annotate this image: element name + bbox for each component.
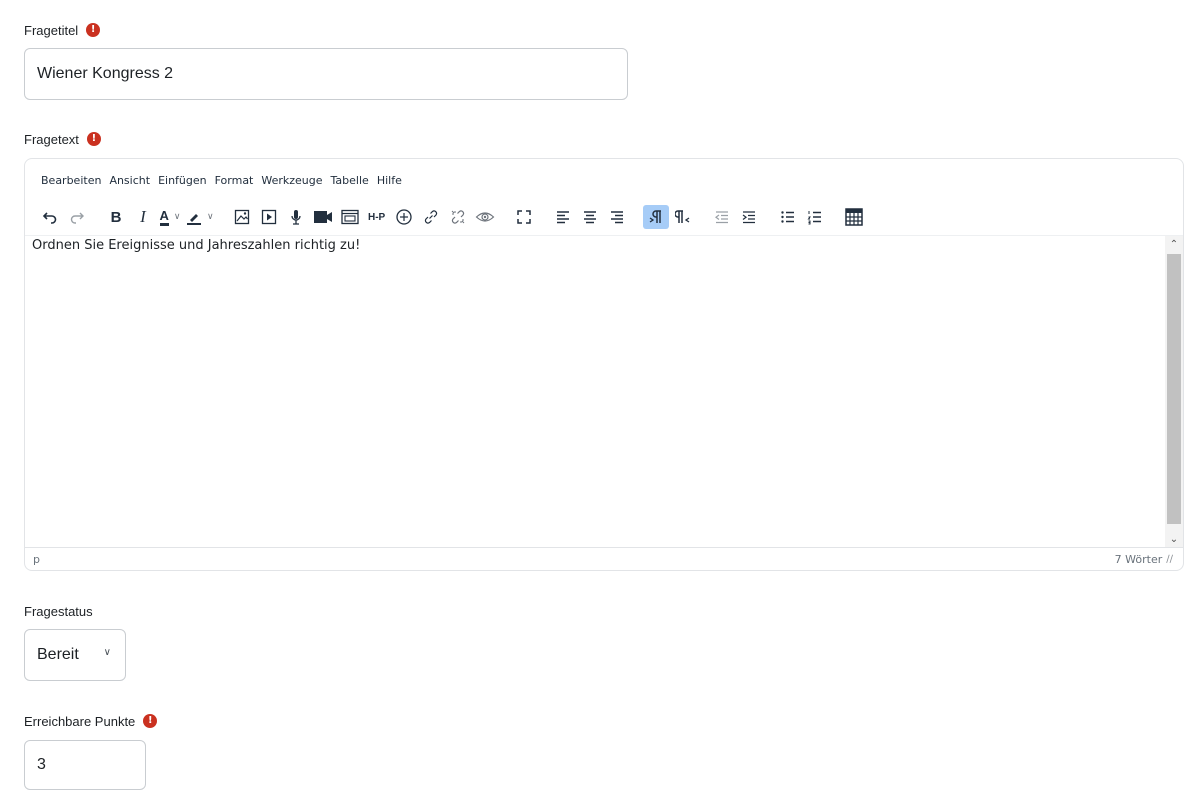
title-label-row: Fragetitel ! xyxy=(24,20,101,40)
points-label-row: Erreichbare Punkte ! xyxy=(24,711,158,731)
undo-icon[interactable] xyxy=(37,205,63,229)
unlink-icon[interactable] xyxy=(445,205,471,229)
chevron-down-icon: ∨ xyxy=(207,212,214,222)
status-label: Fragestatus xyxy=(24,603,93,619)
points-input[interactable] xyxy=(24,740,146,790)
embed-icon[interactable] xyxy=(337,205,363,229)
image-icon[interactable] xyxy=(229,205,255,229)
link-icon[interactable] xyxy=(418,205,444,229)
status-label-row: Fragestatus xyxy=(24,601,93,621)
editor-toolbar: B I A ∨ ∨ H-P xyxy=(25,201,1183,233)
menu-edit[interactable]: Bearbeiten xyxy=(37,170,105,190)
menu-format[interactable]: Format xyxy=(211,170,258,190)
title-label: Fragetitel xyxy=(24,22,79,38)
title-input[interactable] xyxy=(24,48,628,100)
scroll-thumb[interactable] xyxy=(1167,254,1181,524)
required-icon[interactable]: ! xyxy=(86,23,101,37)
align-left-icon[interactable] xyxy=(550,205,576,229)
editor-statusbar: p 7 Wörter ∕∕ xyxy=(25,548,1183,570)
status-selected-value: Bereit xyxy=(37,646,79,663)
text-label: Fragetext xyxy=(24,131,79,147)
rich-text-editor: Bearbeiten Ansicht Einfügen Format Werkz… xyxy=(24,158,1184,571)
rtl-icon[interactable] xyxy=(670,205,696,229)
required-icon[interactable]: ! xyxy=(143,714,158,728)
scroll-down-icon[interactable]: ⌄ xyxy=(1165,531,1183,547)
menu-help[interactable]: Hilfe xyxy=(373,170,406,190)
align-right-icon[interactable] xyxy=(604,205,630,229)
ltr-icon[interactable] xyxy=(642,205,669,229)
menu-table[interactable]: Tabelle xyxy=(327,170,373,190)
indent-icon[interactable] xyxy=(736,205,762,229)
menu-tools[interactable]: Werkzeuge xyxy=(257,170,326,190)
italic-icon[interactable]: I xyxy=(130,205,156,229)
record-video-icon[interactable] xyxy=(310,205,336,229)
preview-icon[interactable] xyxy=(472,205,498,229)
outdent-icon[interactable] xyxy=(709,205,735,229)
calculator-icon[interactable] xyxy=(841,205,867,229)
editor-menubar: Bearbeiten Ansicht Einfügen Format Werkz… xyxy=(25,159,1183,201)
numbered-list-icon[interactable] xyxy=(802,205,828,229)
word-count[interactable]: 7 Wörter xyxy=(1115,553,1163,566)
element-path[interactable]: p xyxy=(33,553,40,566)
highlight-color-icon[interactable]: ∨ xyxy=(184,205,216,229)
record-audio-icon[interactable] xyxy=(283,205,309,229)
scroll-up-icon[interactable]: ⌃ xyxy=(1165,236,1183,252)
editor-content-area[interactable]: Ordnen Sie Ereignisse und Jahreszahlen r… xyxy=(25,235,1183,548)
bullet-list-icon[interactable] xyxy=(775,205,801,229)
accessibility-icon[interactable] xyxy=(391,205,417,229)
chevron-down-icon: ∨ xyxy=(103,647,111,658)
text-color-icon[interactable]: A ∨ xyxy=(157,205,183,229)
text-label-row: Fragetext ! xyxy=(24,129,101,149)
menu-view[interactable]: Ansicht xyxy=(105,170,154,190)
question-text[interactable]: Ordnen Sie Ereignisse und Jahreszahlen r… xyxy=(32,238,360,253)
bold-icon[interactable]: B xyxy=(103,205,129,229)
status-select[interactable]: Bereit ∨ xyxy=(24,629,126,681)
fullscreen-icon[interactable] xyxy=(511,205,537,229)
required-icon[interactable]: ! xyxy=(86,132,101,146)
h5p-icon[interactable]: H-P xyxy=(364,205,390,229)
resize-handle-icon[interactable]: ∕∕ xyxy=(1166,554,1173,565)
points-label: Erreichbare Punkte xyxy=(24,713,136,729)
redo-icon[interactable] xyxy=(64,205,90,229)
menu-insert[interactable]: Einfügen xyxy=(154,170,211,190)
media-icon[interactable] xyxy=(256,205,282,229)
editor-scrollbar[interactable]: ⌃ ⌄ xyxy=(1165,236,1183,547)
align-center-icon[interactable] xyxy=(577,205,603,229)
chevron-down-icon: ∨ xyxy=(173,212,181,222)
